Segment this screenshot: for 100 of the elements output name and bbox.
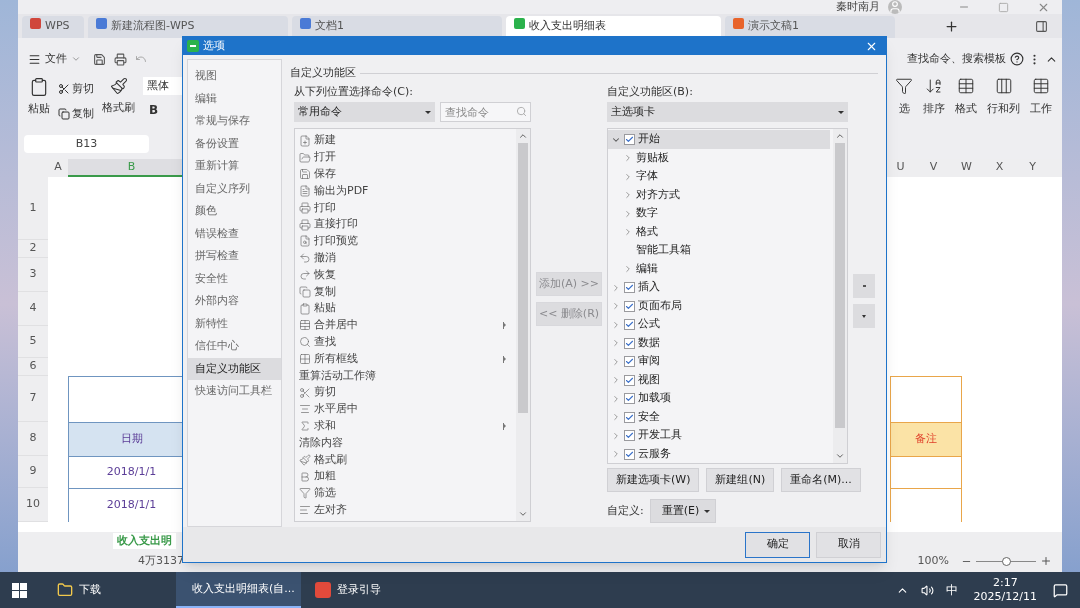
tree-item[interactable]: 剪贴板 xyxy=(608,148,830,168)
command-item[interactable]: 保存 xyxy=(295,165,516,183)
collapsed-chevron-icon[interactable] xyxy=(611,356,621,367)
nav-item[interactable]: 视图 xyxy=(188,65,281,88)
checkbox[interactable] xyxy=(624,411,635,423)
document-tab[interactable]: 文档1 xyxy=(292,16,502,38)
zoom-slider-thumb[interactable] xyxy=(1002,556,1011,566)
scrollbar[interactable] xyxy=(516,129,530,522)
file-menu[interactable]: 文件 xyxy=(45,50,67,68)
undo-icon[interactable] xyxy=(135,53,147,65)
document-tab[interactable]: 新建流程图-WPS xyxy=(88,16,288,38)
command-item[interactable]: 水平居中 xyxy=(295,401,516,418)
tree-item[interactable]: 云服务 xyxy=(608,444,830,464)
tree-action-button[interactable]: 重命名(M)... xyxy=(781,468,861,493)
tree-item[interactable]: 编辑 xyxy=(608,259,830,279)
dropdown-icon[interactable] xyxy=(71,54,81,64)
nav-item[interactable]: 自定义功能区 xyxy=(188,357,281,381)
nav-item[interactable]: 安全性 xyxy=(188,267,281,291)
command-item[interactable]: 清除内容 xyxy=(295,434,516,452)
collapsed-chevron-icon[interactable] xyxy=(623,227,633,238)
tree-item[interactable]: 格式 xyxy=(608,222,830,242)
collapsed-chevron-icon[interactable] xyxy=(611,301,621,312)
printer-icon[interactable] xyxy=(114,52,127,66)
command-item[interactable]: 所有框线 xyxy=(295,350,516,368)
command-item[interactable]: 输出为PDF xyxy=(295,182,516,200)
nav-item[interactable]: 外部内容 xyxy=(188,290,281,313)
speaker-icon[interactable] xyxy=(920,583,934,597)
ribbon-tool-button[interactable]: 排序 xyxy=(923,77,945,118)
row-header[interactable]: 1 xyxy=(18,177,48,240)
nav-item[interactable]: 错误检查 xyxy=(188,222,281,246)
format-painter-button[interactable]: 格式刷 xyxy=(102,77,135,117)
taskbar-item[interactable]: 登录引导 xyxy=(305,572,430,608)
tree-item[interactable]: 智能工具箱 xyxy=(608,241,830,260)
command-item[interactable]: 直接打印 xyxy=(295,216,516,234)
nav-item[interactable]: 常规与保存 xyxy=(188,110,281,133)
collapsed-chevron-icon[interactable] xyxy=(623,171,633,182)
collapsed-chevron-icon[interactable] xyxy=(611,319,621,330)
row-header[interactable]: 7 xyxy=(18,376,48,422)
command-item[interactable]: 打印 xyxy=(295,199,516,217)
collapsed-chevron-icon[interactable] xyxy=(623,264,633,275)
nav-item[interactable]: 新特性 xyxy=(188,312,281,336)
command-item[interactable]: 剪切 xyxy=(295,384,516,402)
nav-item[interactable]: 自定义序列 xyxy=(188,177,281,201)
ribbon-tool-button[interactable]: 行和列 xyxy=(987,77,1020,118)
help-icon[interactable] xyxy=(1010,52,1024,66)
row-header[interactable]: 4 xyxy=(18,292,48,326)
taskbar-item[interactable]: 收入支出明细表(自... xyxy=(176,572,301,608)
checkbox[interactable] xyxy=(624,337,635,349)
column-header[interactable]: V xyxy=(917,159,950,177)
tree-item[interactable]: 开发工具 xyxy=(608,426,830,445)
tree-item[interactable]: 页面布局 xyxy=(608,296,830,316)
tree-action-button[interactable]: 新建选项卡(W) xyxy=(607,468,700,493)
row-header[interactable]: 8 xyxy=(18,422,48,456)
checkbox[interactable] xyxy=(624,356,635,368)
collapsed-chevron-icon[interactable] xyxy=(611,412,621,423)
target-dropdown[interactable]: 主选项卡 xyxy=(607,102,848,123)
tree-item[interactable]: 数据 xyxy=(608,333,830,353)
tree-item[interactable]: 安全 xyxy=(608,407,830,427)
command-item[interactable]: 复制 xyxy=(295,283,516,301)
row-header[interactable]: 3 xyxy=(18,258,48,292)
command-item[interactable]: 恢复 xyxy=(295,266,516,284)
save-icon[interactable] xyxy=(93,52,106,66)
sheet-tab[interactable]: 收入支出明 xyxy=(113,532,176,550)
checkbox[interactable] xyxy=(624,374,635,386)
checkbox[interactable] xyxy=(624,448,635,460)
tree-item[interactable]: 加载项 xyxy=(608,389,830,408)
tree-item[interactable]: 公式 xyxy=(608,315,830,334)
column-header[interactable]: W xyxy=(950,159,983,177)
command-item[interactable]: 合并居中 xyxy=(295,317,516,334)
collapsed-chevron-icon[interactable] xyxy=(623,190,633,201)
menu-icon[interactable] xyxy=(28,52,41,66)
notification-icon[interactable] xyxy=(1053,582,1068,598)
nav-item[interactable]: 信任中心 xyxy=(188,335,281,358)
ribbon-tool-button[interactable]: 工作 xyxy=(1030,77,1052,118)
column-header[interactable]: X xyxy=(983,159,1016,177)
ribbon-tool-button[interactable]: 选 xyxy=(895,77,913,118)
avatar-icon[interactable] xyxy=(888,0,902,14)
column-header[interactable]: Y xyxy=(1016,159,1049,177)
collapsed-chevron-icon[interactable] xyxy=(611,393,621,404)
new-tab-icon[interactable] xyxy=(944,19,959,34)
row-header[interactable]: 6 xyxy=(18,358,48,376)
command-item[interactable]: 粘贴 xyxy=(295,300,516,318)
column-header[interactable]: A xyxy=(48,159,68,177)
checkbox[interactable] xyxy=(624,430,635,442)
command-item[interactable]: 撤消 xyxy=(295,249,516,267)
tree-item[interactable]: 对齐方式 xyxy=(608,185,830,205)
windows-start-icon[interactable] xyxy=(12,582,27,598)
row-header[interactable]: 2 xyxy=(18,240,48,258)
row-header[interactable]: 10 xyxy=(18,488,48,522)
copy-button[interactable]: 复制 xyxy=(58,105,94,122)
command-item[interactable]: 筛选 xyxy=(295,485,516,502)
command-item[interactable]: 左对齐 xyxy=(295,501,516,519)
reset-button[interactable]: 重置(E) xyxy=(649,499,716,524)
zoom-level[interactable]: 100% xyxy=(917,552,949,570)
collapsed-chevron-icon[interactable] xyxy=(611,449,621,460)
command-search[interactable]: 查找命令、搜索模板 xyxy=(907,50,1006,68)
input-method[interactable]: 中 xyxy=(945,581,958,599)
collapsed-chevron-icon[interactable] xyxy=(611,430,621,441)
checkbox[interactable] xyxy=(624,282,635,294)
paste-button[interactable]: 粘贴 xyxy=(28,77,50,118)
